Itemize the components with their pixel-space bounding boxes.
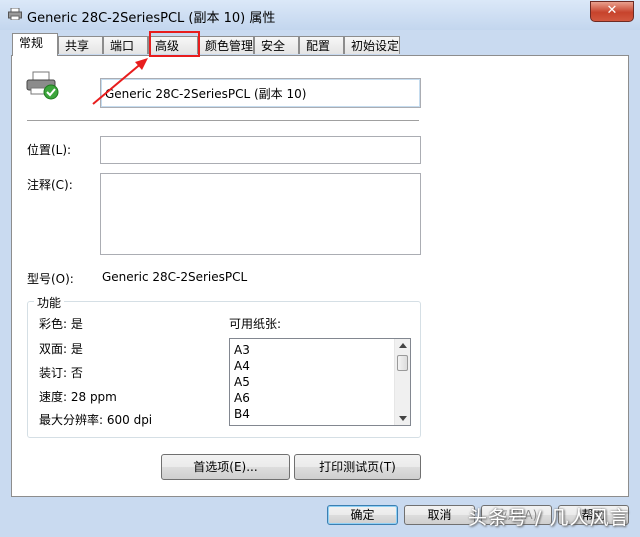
list-item[interactable]: A6 (234, 391, 250, 405)
feature-speed: 速度: 28 ppm (39, 390, 117, 404)
scroll-up-arrow-icon[interactable] (399, 343, 407, 348)
printer-icon (8, 8, 22, 20)
tab-general[interactable]: 常规 (12, 33, 58, 56)
preferences-button[interactable]: 首选项(E)... (161, 454, 290, 480)
scroll-thumb[interactable] (397, 355, 408, 371)
location-label: 位置(L): (27, 143, 72, 157)
tab-configuration[interactable]: 配置 (299, 36, 344, 54)
feature-staple: 装订: 否 (39, 366, 83, 380)
separator (27, 120, 419, 121)
location-input[interactable] (100, 136, 421, 164)
paper-list-scrollbar[interactable] (394, 339, 410, 425)
feature-duplex: 双面: 是 (39, 342, 83, 356)
print-test-page-button[interactable]: 打印测试页(T) (294, 454, 421, 480)
window-title: Generic 28C-2SeriesPCL (副本 10) 属性 (27, 11, 276, 26)
feature-max-resolution: 最大分辨率: 600 dpi (39, 413, 153, 427)
model-value: Generic 28C-2SeriesPCL (102, 270, 248, 284)
model-label: 型号(O): (27, 272, 74, 286)
watermark-text: 头条号 / 几人风言 (468, 507, 630, 529)
features-group-title: 功能 (34, 294, 65, 311)
tab-security[interactable]: 安全 (254, 36, 299, 54)
scroll-down-arrow-icon[interactable] (399, 416, 407, 421)
close-button[interactable]: ✕ (590, 1, 634, 22)
ok-button[interactable]: 确定 (327, 505, 398, 525)
comment-label: 注释(C): (27, 178, 73, 192)
paper-label: 可用纸张: (229, 317, 282, 331)
list-item[interactable]: A3 (234, 343, 250, 357)
comment-textarea[interactable] (100, 173, 421, 255)
printer-large-icon (26, 71, 59, 100)
list-item[interactable]: B4 (234, 407, 250, 421)
tab-color-management[interactable]: 颜色管理 (198, 36, 254, 54)
list-item[interactable]: A5 (234, 375, 250, 389)
list-item[interactable]: A4 (234, 359, 250, 373)
tab-initial-settings[interactable]: 初始设定 (344, 36, 400, 54)
cancel-button[interactable]: 取消 (404, 505, 475, 525)
close-icon: ✕ (606, 3, 618, 18)
feature-color: 彩色: 是 (39, 317, 83, 331)
annotation-arrow (92, 58, 148, 105)
paper-listbox[interactable]: A3 A4 A5 A6 B4 (229, 338, 411, 426)
